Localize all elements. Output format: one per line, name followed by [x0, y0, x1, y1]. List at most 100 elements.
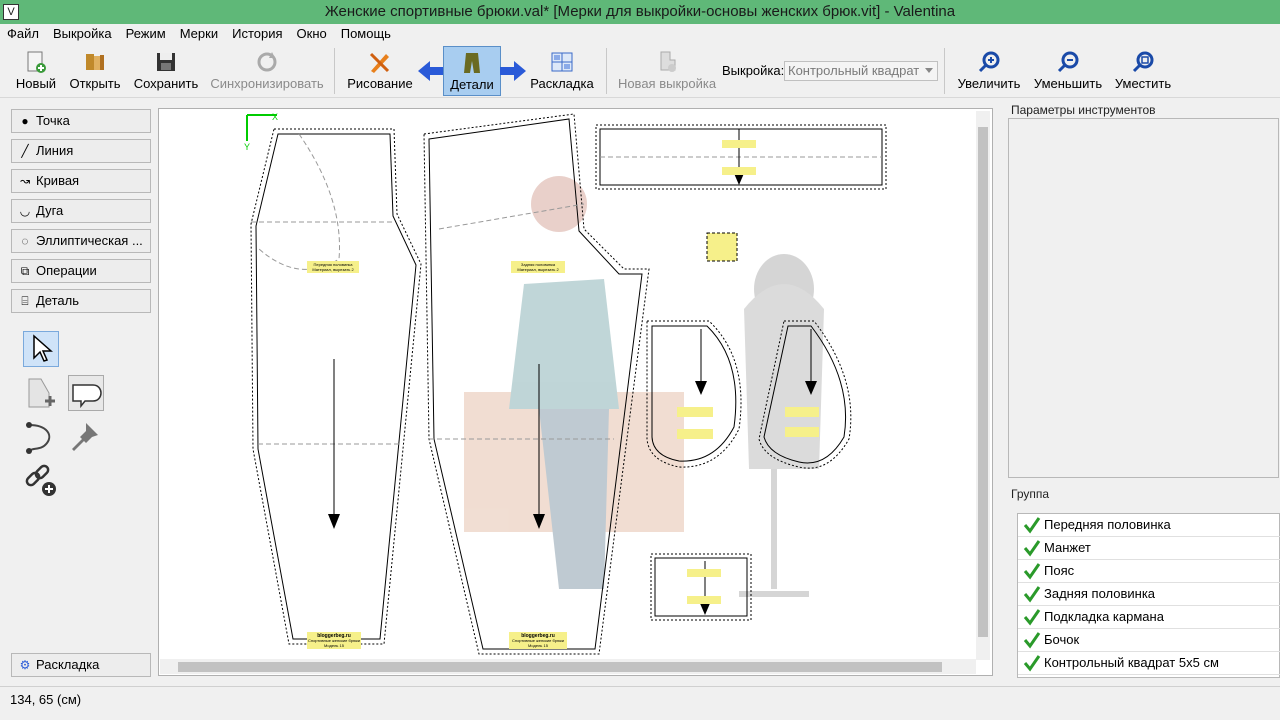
svg-text:Материал, вырезать 2: Материал, вырезать 2 [312, 267, 354, 272]
group-row[interactable]: Манжет [1018, 537, 1280, 560]
tool-params-panel [1008, 118, 1279, 478]
title-bar: V Женские спортивные брюки.val* [Мерки д… [0, 0, 1280, 24]
checkmark-icon [1023, 563, 1041, 580]
group-title: Группа [1011, 487, 1050, 501]
pattern-canvas[interactable]: X Y Передняя половинка Материал, вырезат… [158, 108, 993, 676]
control-square-piece [706, 232, 738, 262]
menu-pattern[interactable]: Выкройка [46, 24, 119, 44]
union-shape-icon [72, 384, 102, 409]
path-tool[interactable] [23, 419, 59, 455]
details-mode-button[interactable]: Детали [443, 46, 501, 96]
union-details-tool[interactable] [68, 375, 104, 411]
group-row[interactable]: Подкладка кармана [1018, 606, 1280, 629]
arrow-pointer-tool[interactable] [23, 331, 59, 367]
pin-icon [72, 423, 98, 451]
group-row[interactable]: Контрольный квадрат 5x5 см [1018, 652, 1280, 675]
gears-icon: ⚙ [19, 658, 31, 672]
save-button[interactable]: Сохранить [132, 46, 200, 96]
waistband-piece [595, 124, 887, 190]
insert-node-tool[interactable] [23, 463, 59, 499]
checkmark-icon [1023, 655, 1041, 672]
tool-point-button[interactable]: ● Точка [11, 109, 151, 133]
sync-icon [257, 52, 277, 72]
path-curve-icon [26, 422, 51, 454]
zoom-out-icon [1057, 51, 1079, 73]
arrow-right-icon [500, 61, 526, 81]
toolbar-separator [334, 48, 335, 94]
tool-layout-button[interactable]: ⚙ Раскладка [11, 653, 151, 677]
zoom-fit-icon [1132, 51, 1154, 73]
toolbar-separator [944, 48, 945, 94]
point-icon: ● [21, 114, 29, 128]
arrow-left-icon [418, 61, 444, 81]
right-dock: Параметры инструментов Группа Передняя п… [1007, 100, 1280, 685]
horizontal-scroll-thumb[interactable] [178, 662, 942, 672]
cursor-arrow-icon [33, 334, 53, 362]
pattern-select-label: Выкройка: [722, 63, 785, 78]
zoom-out-button[interactable]: Уменьшить [1032, 46, 1104, 96]
zoom-in-icon [978, 51, 1000, 73]
origin-axes: X Y [244, 112, 278, 152]
tool-elliptic-arc-button[interactable]: ◌ Эллиптическая ... [11, 229, 151, 253]
status-bar: 134, 65 (см) [0, 686, 1280, 720]
line-icon: ╱ [21, 144, 29, 158]
open-folder-icon [86, 54, 104, 70]
chevron-down-icon [925, 68, 933, 73]
tool-detail-button[interactable]: ⌸ Деталь [11, 289, 151, 313]
menu-mode[interactable]: Режим [119, 24, 173, 44]
menu-file[interactable]: Файл [0, 24, 46, 44]
checkmark-icon [1023, 609, 1041, 626]
arc-icon: ◡ [19, 204, 31, 218]
cursor-coordinates: 134, 65 (см) [10, 692, 82, 707]
menu-history[interactable]: История [225, 24, 289, 44]
pattern-select[interactable]: Контрольный квадрат [784, 61, 938, 81]
toolbar-separator [606, 48, 607, 94]
tool-panel: ● Точка ╱ Линия ↝ Кривая ◡ Дуга ◌ Эллиптическ… [0, 100, 156, 685]
menu-bar: Файл Выкройка Режим Мерки История Окно Помощь [0, 24, 1280, 44]
horizontal-scrollbar[interactable] [160, 659, 976, 674]
trousers-icon [464, 53, 480, 73]
vertical-scroll-thumb[interactable] [978, 127, 988, 637]
group-row[interactable]: Задняя половинка [1018, 583, 1280, 606]
open-button[interactable]: Открыть [66, 46, 124, 96]
save-disk-icon [157, 53, 175, 71]
add-detail-tool[interactable] [23, 375, 59, 411]
operations-icon: ⧉ [20, 264, 30, 278]
svg-text:Модель 15: Модель 15 [324, 643, 345, 648]
tool-curve-button[interactable]: ↝ Кривая [11, 169, 151, 193]
tool-line-button[interactable]: ╱ Линия [11, 139, 151, 163]
menu-window[interactable]: Окно [290, 24, 334, 44]
menu-help[interactable]: Помощь [334, 24, 398, 44]
new-pattern-icon [660, 51, 676, 72]
zoom-in-button[interactable]: Увеличить [955, 46, 1023, 96]
group-row[interactable]: Пояс [1018, 560, 1280, 583]
draw-mode-button[interactable]: Рисование [345, 46, 415, 96]
new-pattern-button[interactable]: Новая выкройка [616, 46, 718, 96]
svg-text:Y: Y [244, 142, 250, 152]
layout-icon [551, 52, 573, 72]
add-detail-icon [28, 378, 55, 408]
tool-params-title: Параметры инструментов [1011, 103, 1156, 117]
group-row[interactable]: Бочок [1018, 629, 1280, 652]
menu-measurements[interactable]: Мерки [173, 24, 225, 44]
new-button[interactable]: Новый [12, 46, 60, 96]
vertical-scrollbar[interactable] [976, 111, 990, 660]
curve-icon: ↝ [19, 174, 31, 188]
sync-button[interactable]: Синхронизировать [208, 46, 326, 96]
svg-text:X: X [272, 112, 278, 122]
group-row[interactable]: Передняя половинка [1018, 514, 1280, 537]
tool-arc-button[interactable]: ◡ Дуга [11, 199, 151, 223]
checkmark-icon [1023, 632, 1041, 649]
pin-tool[interactable] [68, 419, 104, 455]
detail-icon: ⌸ [21, 294, 29, 308]
svg-text:Модель 15: Модель 15 [528, 643, 549, 648]
tool-operations-button[interactable]: ⧉ Операции [11, 259, 151, 283]
new-file-icon [27, 51, 46, 73]
cuff-piece [650, 553, 752, 621]
layout-mode-button[interactable]: Раскладка [530, 46, 594, 96]
zoom-fit-button[interactable]: Уместить [1112, 46, 1174, 96]
checkmark-icon [1023, 517, 1041, 534]
elliptic-arc-icon: ◌ [21, 234, 29, 248]
checkmark-icon [1023, 586, 1041, 603]
front-half-piece [250, 128, 422, 645]
